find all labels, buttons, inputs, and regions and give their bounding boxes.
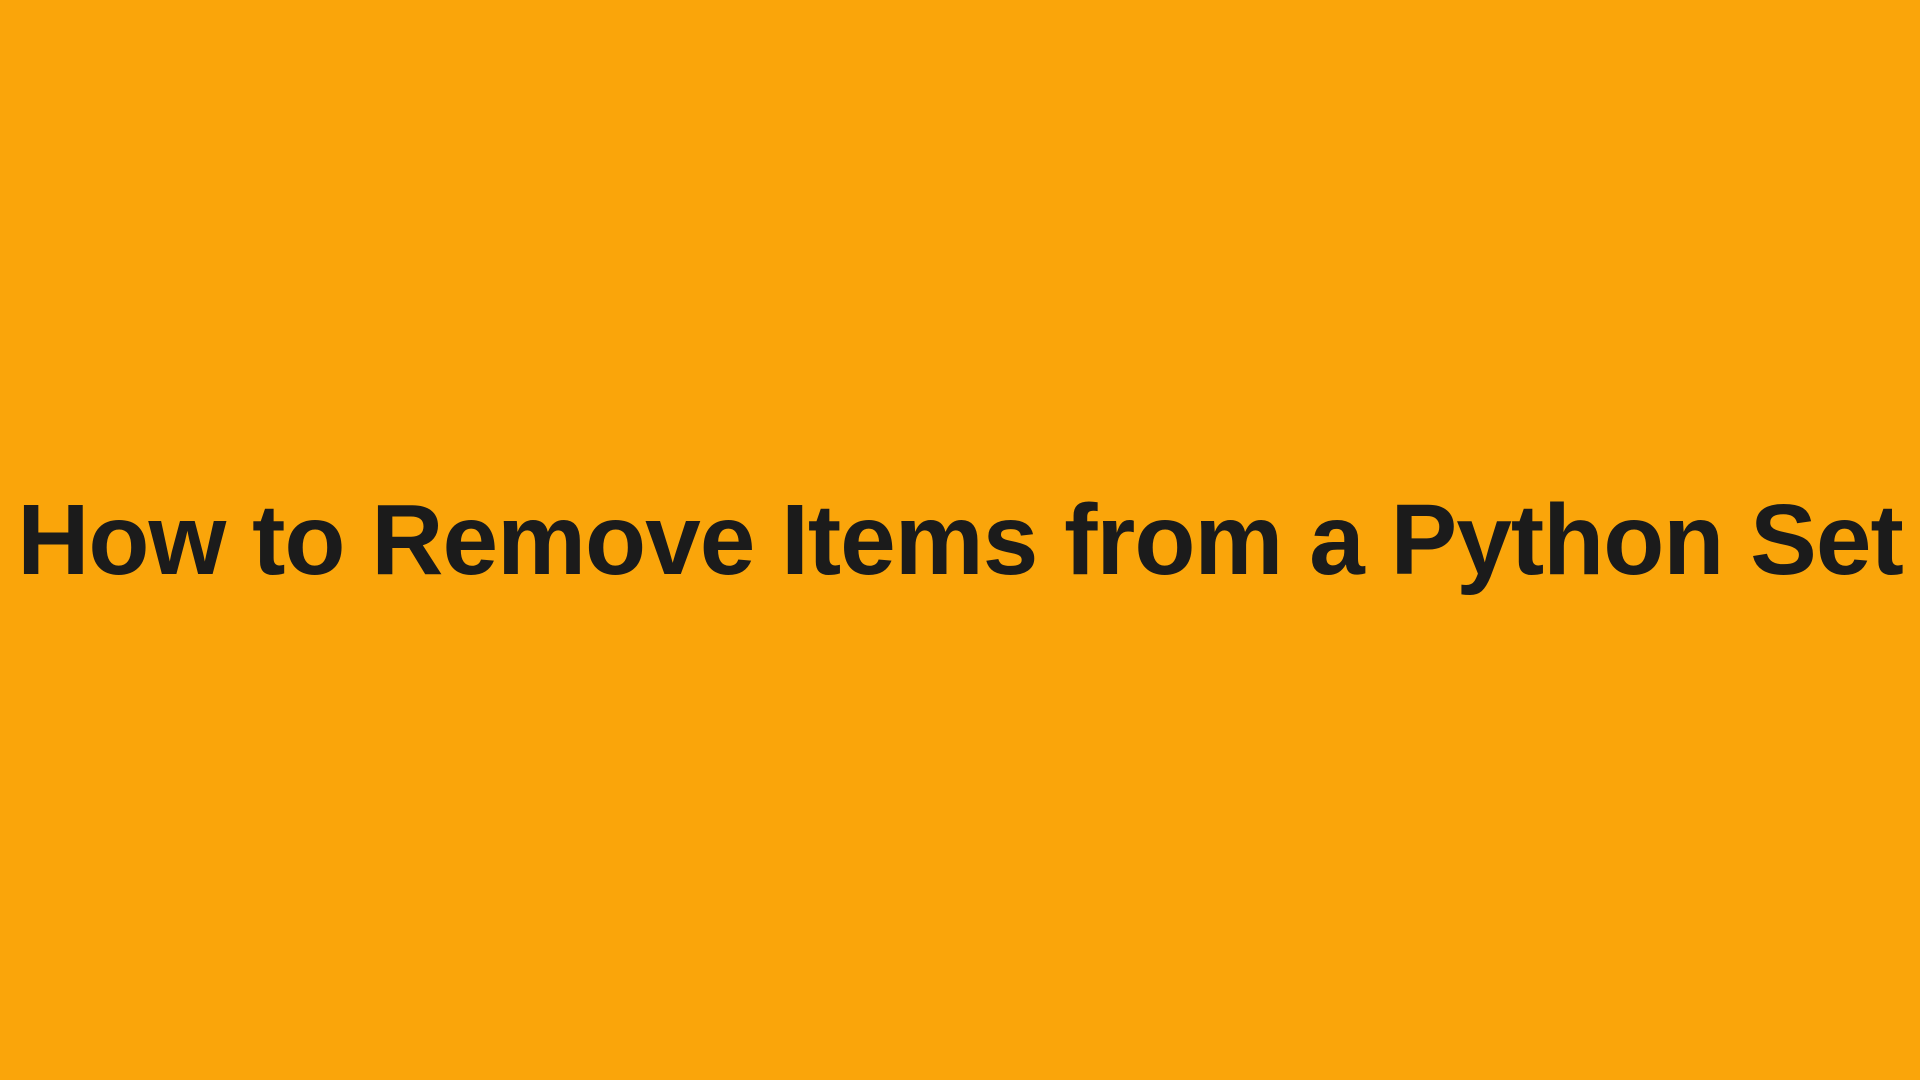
page-title: How to Remove Items from a Python Set [17,484,1903,596]
